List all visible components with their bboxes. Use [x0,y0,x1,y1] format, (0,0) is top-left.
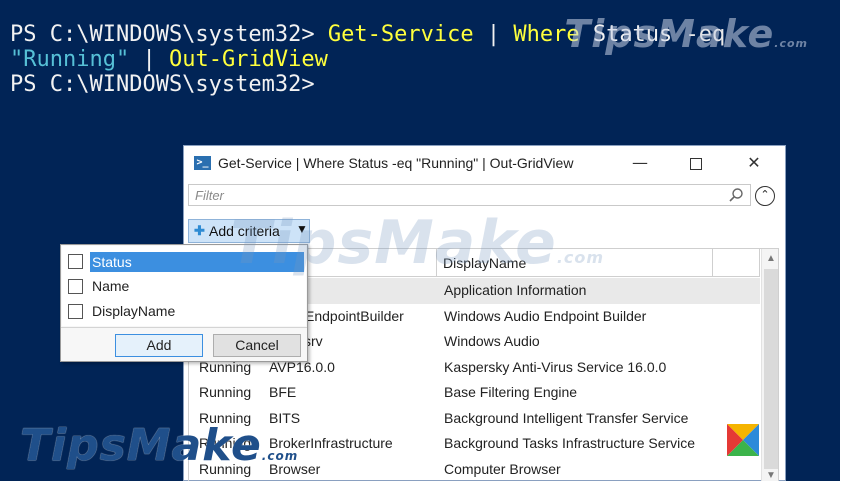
add-criteria-button[interactable]: ✚ Add criteria ▼ [188,219,310,243]
cell-name: BFE [269,384,297,400]
watermark-top: TipsMake.com [564,12,808,56]
criteria-option-label: Name [92,278,130,294]
search-icon[interactable] [728,187,744,203]
criteria-option-label: Status [90,252,304,272]
scroll-thumb[interactable] [764,269,778,469]
column-header-extra[interactable] [713,249,760,277]
criteria-dropdown[interactable]: Status Name DisplayName Add Cancel [60,244,308,362]
cell-status: Running [199,384,252,400]
criteria-list[interactable]: Status Name DisplayName [62,246,306,326]
scroll-up-icon[interactable]: ▲ [762,253,778,264]
checkbox[interactable] [68,304,83,319]
filter-placeholder: Filter [195,188,224,203]
maximize-icon [690,157,702,170]
console-pipe-2: | [129,47,169,72]
minimize-button[interactable]: — [622,150,658,176]
checkbox[interactable] [68,279,83,294]
maximize-button[interactable] [678,150,714,176]
cell-displayname: Kaspersky Anti-Virus Service 16.0.0 [444,358,667,375]
plus-icon: ✚ [194,223,205,238]
chevron-up-icon[interactable]: ⌃ [755,186,775,206]
close-button[interactable]: ✕ [736,150,772,176]
scroll-down-icon[interactable]: ▼ [762,470,778,481]
vertical-scrollbar[interactable]: ▲ ▼ [761,249,778,481]
console-string: "Running" [10,47,130,72]
console-prompt-2: PS C:\WINDOWS\system32> [10,72,315,97]
console-cmdlet: Get-Service [327,22,474,47]
cell-displayname: Application Information [444,282,587,298]
column-header-displayname[interactable]: DisplayName [437,249,713,277]
console-prompt: PS C:\WINDOWS\system32> [10,22,328,47]
console-pipe: | [473,22,514,47]
cell-displayname: Windows Audio Endpoint Builder [444,307,647,324]
console-cmdlet-2: Out-GridView [168,47,328,72]
cell-displayname: Background Tasks Infrastructure Service [444,435,696,451]
cell-name: EndpointBuilder [305,307,404,324]
criteria-option-label: DisplayName [92,303,176,319]
cell-displayname: Base Filtering Engine [444,384,578,400]
checkbox[interactable] [68,254,83,269]
add-button[interactable]: Add [115,334,203,357]
watermark-suffix: .com [774,37,808,50]
watermark-brand: TipsMake [564,12,775,56]
criteria-option-name[interactable]: Name [68,276,304,298]
window-title: Get-Service | Where Status -eq "Running"… [218,155,574,171]
title-bar[interactable]: >_ Get-Service | Where Status -eq "Runni… [184,146,785,182]
cell-displayname: Computer Browser [444,460,561,477]
cell-displayname: Background Intelligent Transfer Service [444,409,689,426]
cell-displayname: Windows Audio [444,333,540,349]
multicolor-logo-icon [727,424,759,456]
cancel-button[interactable]: Cancel [213,334,301,357]
criteria-option-displayname[interactable]: DisplayName [68,301,304,323]
criteria-option-status[interactable]: Status [68,251,304,273]
add-criteria-label: Add criteria [209,223,280,239]
watermark-brand: TipsMake [20,420,262,471]
filter-input[interactable]: Filter [188,184,751,206]
watermark-bottom: TipsMake.com [20,420,298,471]
caret-down-icon: ▼ [296,222,308,236]
watermark-suffix: .com [261,449,299,463]
divider [61,327,307,328]
table-row[interactable]: Running BFE Base Filtering Engine [189,380,760,406]
powershell-icon: >_ [194,156,211,170]
